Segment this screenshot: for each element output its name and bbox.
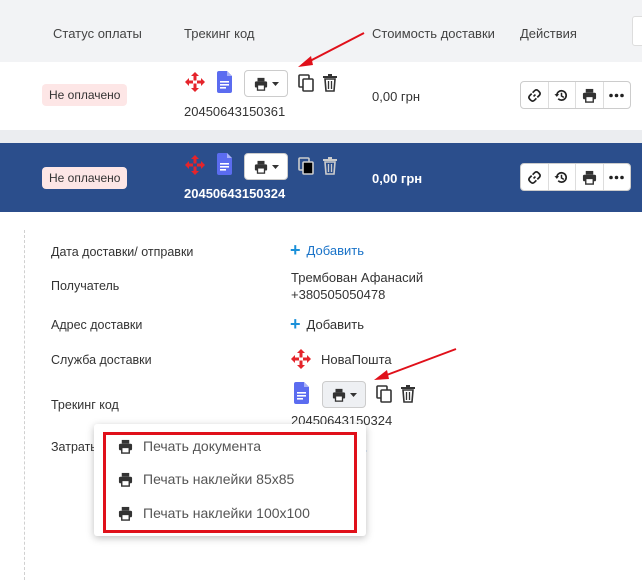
annotation-arrows — [298, 32, 457, 380]
